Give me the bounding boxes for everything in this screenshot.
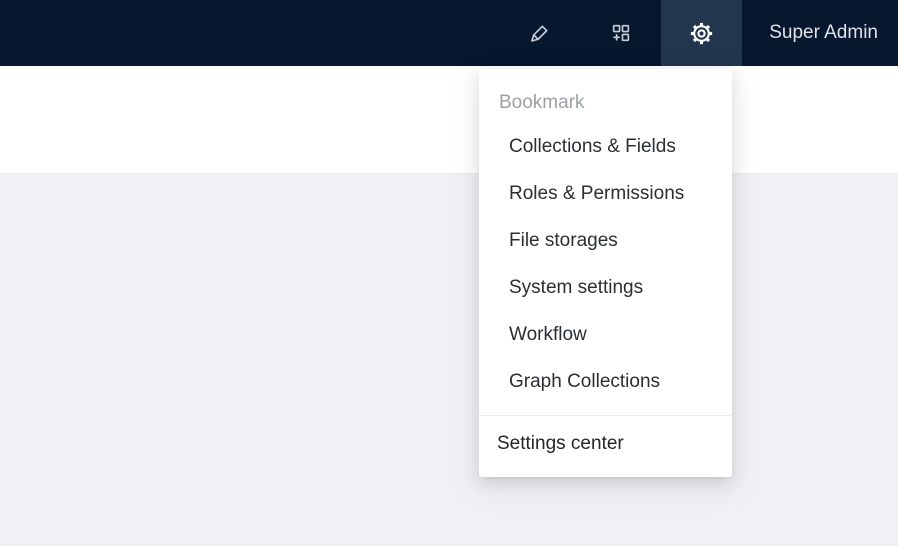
blocks-add-icon — [610, 22, 632, 44]
page-header-band — [0, 66, 898, 174]
user-name-label: Super Admin — [769, 22, 878, 44]
menu-item-collections-fields[interactable]: Collections & Fields — [479, 123, 732, 170]
highlight-icon — [528, 22, 551, 45]
page-content-background — [0, 174, 898, 546]
menu-item-graph-collections[interactable]: Graph Collections — [479, 358, 732, 405]
menu-item-workflow[interactable]: Workflow — [479, 311, 732, 358]
plugins-button[interactable] — [580, 0, 661, 66]
menu-item-roles-permissions[interactable]: Roles & Permissions — [479, 170, 732, 217]
ui-editor-button[interactable] — [499, 0, 580, 66]
top-navbar: Super Admin — [0, 0, 898, 66]
menu-item-settings-center[interactable]: Settings center — [479, 416, 732, 472]
menu-item-file-storages[interactable]: File storages — [479, 217, 732, 264]
gear-icon — [689, 21, 714, 46]
user-menu-button[interactable]: Super Admin — [742, 0, 898, 66]
menu-item-system-settings[interactable]: System settings — [479, 264, 732, 311]
settings-menu-button[interactable] — [661, 0, 742, 66]
settings-dropdown-menu: Bookmark Collections & Fields Roles & Pe… — [479, 69, 732, 477]
menu-group-label: Bookmark — [479, 83, 732, 123]
